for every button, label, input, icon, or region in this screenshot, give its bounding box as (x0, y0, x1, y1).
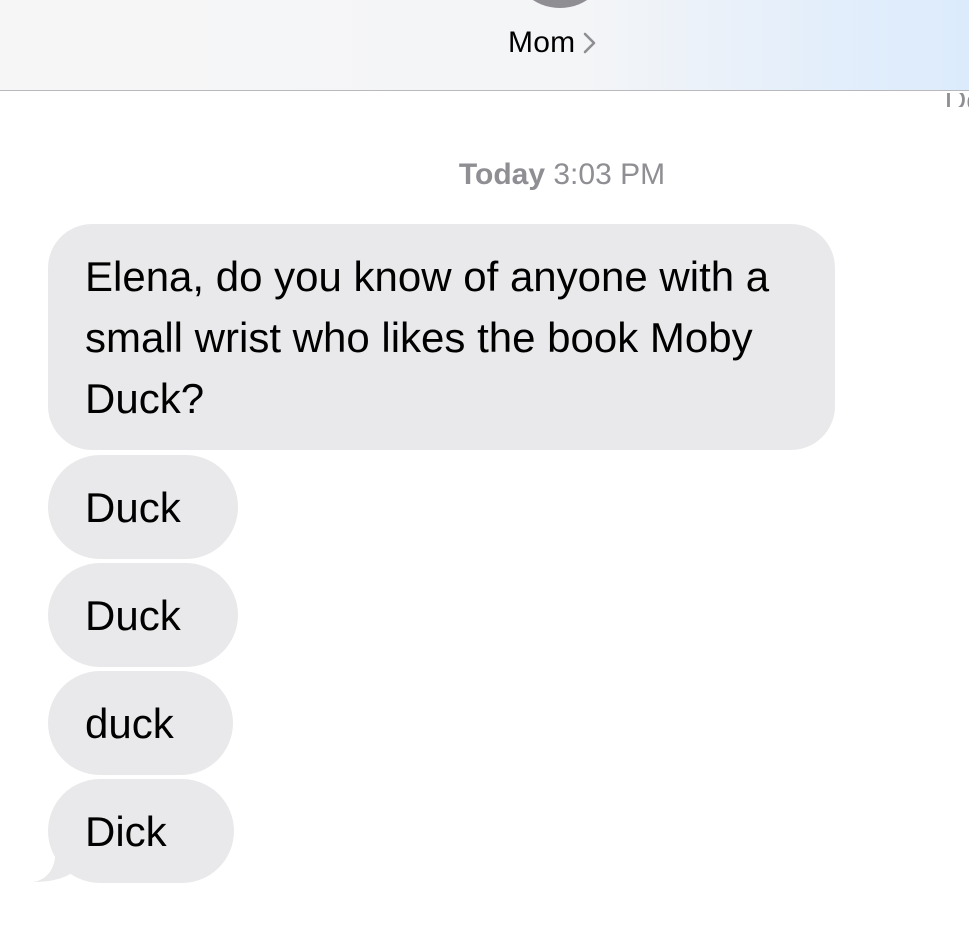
conversation-header: Mom (0, 0, 969, 91)
contact-name: Mom (508, 26, 576, 59)
message-timestamp: Today 3:03 PM (0, 158, 969, 192)
contact-avatar[interactable] (510, 0, 610, 8)
timestamp-day: Today (458, 158, 546, 191)
message-bubble[interactable]: Duck (48, 455, 238, 559)
partial-corner-label: De (923, 93, 969, 107)
chevron-right-icon (583, 32, 596, 54)
message-bubble[interactable]: Elena, do you know of anyone with a smal… (48, 224, 835, 450)
message-bubble[interactable]: Dick (48, 779, 234, 883)
message-bubble[interactable]: duck (48, 671, 233, 775)
message-bubble[interactable]: Duck (48, 563, 238, 667)
timestamp-time: 3:03 PM (553, 158, 666, 191)
contact-details-button[interactable]: Mom (508, 24, 599, 62)
